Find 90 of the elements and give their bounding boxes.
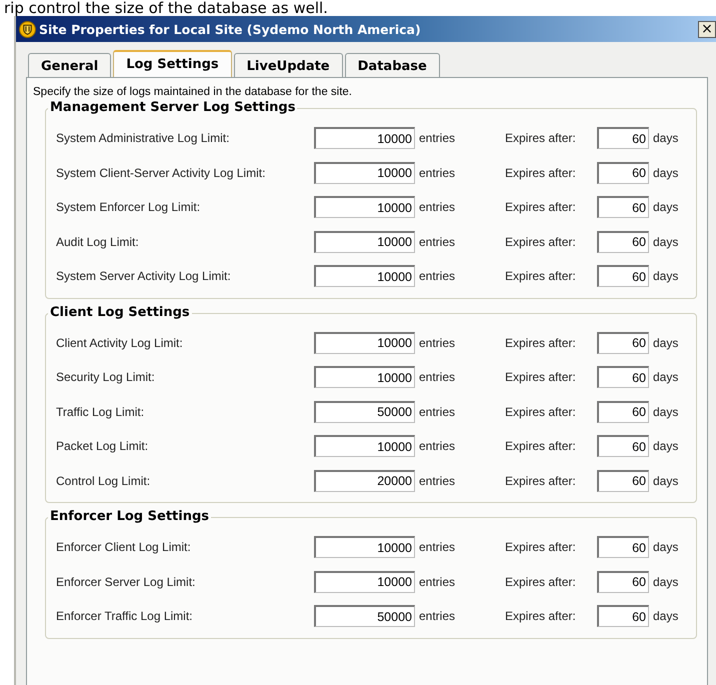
unit-label: entries bbox=[419, 269, 456, 284]
field-label: Expires after: bbox=[505, 234, 577, 249]
group-title: Client Log Settings bbox=[48, 304, 192, 320]
field-label: Audit Log Limit: bbox=[56, 234, 140, 249]
days-field[interactable]: 60 bbox=[597, 570, 649, 593]
unit-label: days bbox=[653, 474, 678, 488]
unit-label: days bbox=[653, 200, 678, 214]
unit-label: entries bbox=[419, 234, 456, 249]
field-label: Security Log Limit: bbox=[56, 370, 156, 384]
field-label: System Administrative Log Limit: bbox=[56, 131, 230, 146]
field-label: Expires after: bbox=[505, 131, 577, 146]
field-label: Expires after: bbox=[505, 200, 577, 214]
unit-label: entries bbox=[419, 166, 456, 180]
window-title: Site Properties for Local Site (Sydemo North America) bbox=[39, 22, 422, 36]
unit-label: days bbox=[653, 269, 678, 284]
field-label: Expires after: bbox=[505, 474, 577, 488]
shield-logo-icon bbox=[19, 20, 36, 38]
tab[interactable]: General bbox=[28, 53, 112, 77]
unit-label: entries bbox=[419, 439, 456, 454]
entries-field[interactable]: 50000 bbox=[314, 400, 415, 423]
field-label: Expires after: bbox=[505, 269, 577, 284]
days-field[interactable]: 60 bbox=[597, 435, 649, 458]
days-field[interactable]: 60 bbox=[597, 230, 649, 253]
unit-label: entries bbox=[419, 609, 456, 624]
unit-label: days bbox=[653, 131, 678, 146]
days-field[interactable]: 60 bbox=[597, 536, 649, 558]
unit-label: days bbox=[653, 370, 678, 384]
field-label: Expires after: bbox=[505, 609, 577, 624]
days-field[interactable]: 60 bbox=[597, 605, 649, 628]
days-field[interactable]: 60 bbox=[597, 265, 649, 288]
entries-field[interactable]: 10000 bbox=[314, 570, 415, 593]
field-label: Control Log Limit: bbox=[56, 474, 152, 488]
unit-label: entries bbox=[419, 404, 456, 419]
unit-label: days bbox=[653, 404, 678, 419]
unit-label: days bbox=[653, 336, 678, 350]
group-title: Enforcer Log Settings bbox=[48, 509, 212, 525]
days-field[interactable]: 60 bbox=[597, 400, 649, 423]
days-field[interactable]: 60 bbox=[597, 332, 649, 354]
entries-field[interactable]: 10000 bbox=[314, 196, 415, 218]
entries-field[interactable]: 20000 bbox=[314, 470, 415, 492]
entries-field[interactable]: 50000 bbox=[314, 605, 415, 628]
tab[interactable]: Database bbox=[344, 53, 440, 77]
unit-label: days bbox=[653, 574, 678, 589]
close-button[interactable]: × bbox=[698, 20, 716, 38]
field-label: Packet Log Limit: bbox=[56, 439, 150, 454]
field-label: Expires after: bbox=[505, 336, 577, 350]
intro-text: Specify the size of logs maintained in the database for the site. bbox=[33, 86, 353, 98]
field-label: Expires after: bbox=[505, 370, 577, 384]
unit-label: entries bbox=[419, 574, 456, 589]
entries-field[interactable]: 10000 bbox=[314, 230, 415, 253]
field-label: Expires after: bbox=[505, 439, 577, 454]
field-label: System Client-Server Activity Log Limit: bbox=[56, 166, 266, 180]
unit-label: entries bbox=[419, 474, 456, 488]
field-label: Expires after: bbox=[505, 540, 577, 554]
field-label: Expires after: bbox=[505, 404, 577, 419]
field-label: Enforcer Client Log Limit: bbox=[56, 540, 192, 554]
field-label: Enforcer Server Log Limit: bbox=[56, 574, 196, 589]
unit-label: days bbox=[653, 234, 678, 249]
unit-label: entries bbox=[419, 540, 456, 554]
field-label: Traffic Log Limit: bbox=[56, 404, 146, 419]
unit-label: days bbox=[653, 540, 678, 554]
unit-label: days bbox=[653, 439, 678, 454]
unit-label: days bbox=[653, 166, 678, 180]
entries-field[interactable]: 10000 bbox=[314, 536, 415, 558]
page-text: rip control the size of the database as well. bbox=[3, 0, 329, 16]
unit-label: entries bbox=[419, 131, 456, 146]
days-field[interactable]: 60 bbox=[597, 162, 649, 184]
field-label: Expires after: bbox=[505, 166, 577, 180]
entries-field[interactable]: 10000 bbox=[314, 366, 415, 388]
field-label: System Server Activity Log Limit: bbox=[56, 269, 232, 284]
entries-field[interactable]: 10000 bbox=[314, 127, 415, 150]
unit-label: entries bbox=[419, 200, 456, 214]
field-label: System Enforcer Log Limit: bbox=[56, 200, 202, 214]
days-field[interactable]: 60 bbox=[597, 366, 649, 388]
days-field[interactable]: 60 bbox=[597, 470, 649, 492]
days-field[interactable]: 60 bbox=[597, 127, 649, 150]
tab[interactable]: Log Settings bbox=[113, 50, 232, 77]
entries-field[interactable]: 10000 bbox=[314, 162, 415, 184]
field-label: Expires after: bbox=[505, 574, 577, 589]
group-title: Management Server Log Settings bbox=[48, 100, 298, 116]
tab[interactable]: LiveUpdate bbox=[234, 53, 343, 77]
unit-label: entries bbox=[419, 336, 456, 350]
entries-field[interactable]: 10000 bbox=[314, 435, 415, 458]
entries-field[interactable]: 10000 bbox=[314, 265, 415, 288]
field-label: Client Activity Log Limit: bbox=[56, 336, 184, 350]
entries-field[interactable]: 10000 bbox=[314, 332, 415, 354]
unit-label: entries bbox=[419, 370, 456, 384]
field-label: Enforcer Traffic Log Limit: bbox=[56, 609, 194, 624]
days-field[interactable]: 60 bbox=[597, 196, 649, 218]
unit-label: days bbox=[653, 609, 678, 624]
